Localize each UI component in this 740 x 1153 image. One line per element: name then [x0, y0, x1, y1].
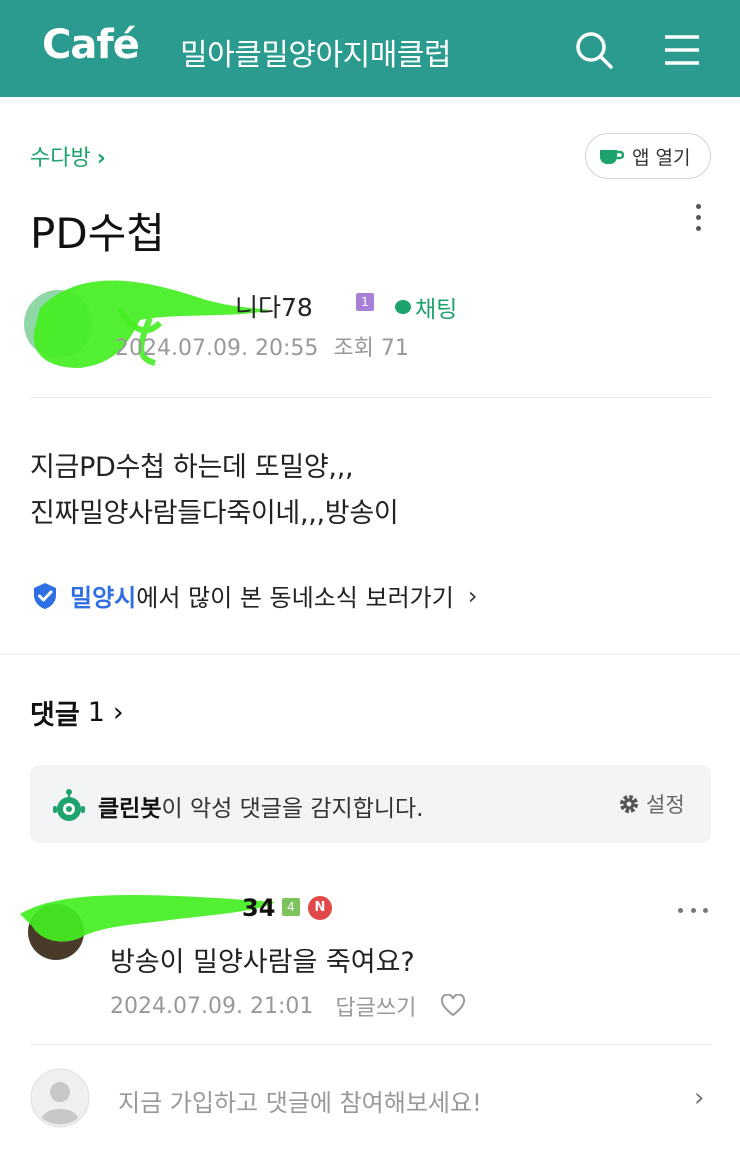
author-name[interactable]: 니다78: [115, 288, 313, 324]
new-badge: N: [308, 896, 332, 920]
post-date: 2024.07.09. 20:55: [115, 336, 319, 361]
chevron-right-icon: ›: [96, 146, 106, 171]
cafe-name[interactable]: 밀아클밀양아지매클럽: [180, 30, 452, 74]
join-comment-prompt[interactable]: 지금 가입하고 댓글에 참여해보세요! ›: [30, 1066, 720, 1130]
more-options-icon[interactable]: [688, 200, 708, 242]
post-meta: 2024.07.09. 20:55 조회 71: [115, 330, 409, 362]
member-level-badge: 1: [356, 293, 374, 311]
gear-icon: [620, 795, 638, 813]
post-views: 조회 71: [333, 336, 409, 361]
comments-header[interactable]: 댓글 1 ›: [30, 693, 124, 732]
open-app-label: 앱 열기: [632, 146, 691, 169]
open-app-button[interactable]: 앱 열기: [585, 133, 711, 179]
cafe-logo[interactable]: Café: [42, 22, 140, 68]
coffee-cup-icon: [600, 150, 624, 164]
chat-label: 채팅: [415, 297, 458, 323]
post-title: PD수첩: [30, 209, 165, 258]
member-level-badge: 4: [282, 898, 300, 916]
chevron-right-icon: ›: [112, 697, 124, 728]
chevron-right-icon: ›: [467, 581, 478, 610]
divider: [30, 1044, 710, 1045]
menu-icon[interactable]: [660, 28, 704, 72]
board-breadcrumb[interactable]: 수다방 ›: [30, 140, 106, 172]
post-body: 지금PD수첩 하는데 또밀양,,, 진짜밀양사람들다죽이네,,,방송이: [30, 445, 399, 537]
search-icon[interactable]: [572, 28, 616, 72]
comments-count: 1: [87, 697, 105, 728]
divider: [30, 397, 710, 398]
comment-meta: 2024.07.09. 21:01 답글쓰기: [110, 990, 466, 1022]
comment-item: 34 4 N 방송이 밀양사람을 죽여요? 2024.07.09. 21:01 …: [20, 880, 720, 1030]
local-news-link[interactable]: 밀양시 에서 많이 본 동네소식 보러가기 ›: [30, 578, 477, 613]
chevron-right-icon: ›: [694, 1083, 705, 1113]
post-author-row: 니다78 1 채팅 2024.07.09. 20:55 조회 71: [20, 268, 720, 378]
cleanbot-text: 클린봇이 악성 댓글을 감지합니다.: [98, 796, 424, 822]
heart-icon[interactable]: [440, 994, 466, 1018]
settings-label: 설정: [646, 793, 685, 817]
default-avatar-icon: [30, 1068, 90, 1128]
cleanbot-settings-button[interactable]: 설정: [618, 789, 685, 819]
board-name: 수다방: [30, 146, 91, 171]
comment-more-icon[interactable]: [678, 900, 708, 920]
comment-date: 2024.07.09. 21:01: [110, 993, 314, 1019]
chat-link[interactable]: 채팅: [395, 290, 457, 324]
cleanbot-name: 클린봇: [98, 796, 162, 822]
comment-author[interactable]: 34: [242, 894, 275, 922]
join-prompt-text: 지금 가입하고 댓글에 참여해보세요!: [118, 1089, 482, 1117]
cleanbot-notice: 클린봇이 악성 댓글을 감지합니다. 설정: [30, 765, 711, 843]
comment-text: 방송이 밀양사람을 죽여요?: [110, 947, 415, 978]
verified-check-icon: [34, 582, 56, 609]
top-bar: Café 밀아클밀양아지매클럽: [0, 0, 740, 97]
reply-button[interactable]: 답글쓰기: [335, 990, 416, 1022]
comments-label: 댓글: [30, 700, 80, 731]
chat-bubble-icon: [395, 300, 411, 314]
cleanbot-icon: [53, 789, 85, 821]
section-divider: [0, 654, 740, 655]
post-body-line: 진짜밀양사람들다죽이네,,,방송이: [30, 498, 399, 529]
town-name: 밀양시: [70, 584, 137, 612]
post-body-line: 지금PD수첩 하는데 또밀양,,,: [30, 452, 354, 483]
local-news-text: 에서 많이 본 동네소식 보러가기: [136, 584, 454, 612]
